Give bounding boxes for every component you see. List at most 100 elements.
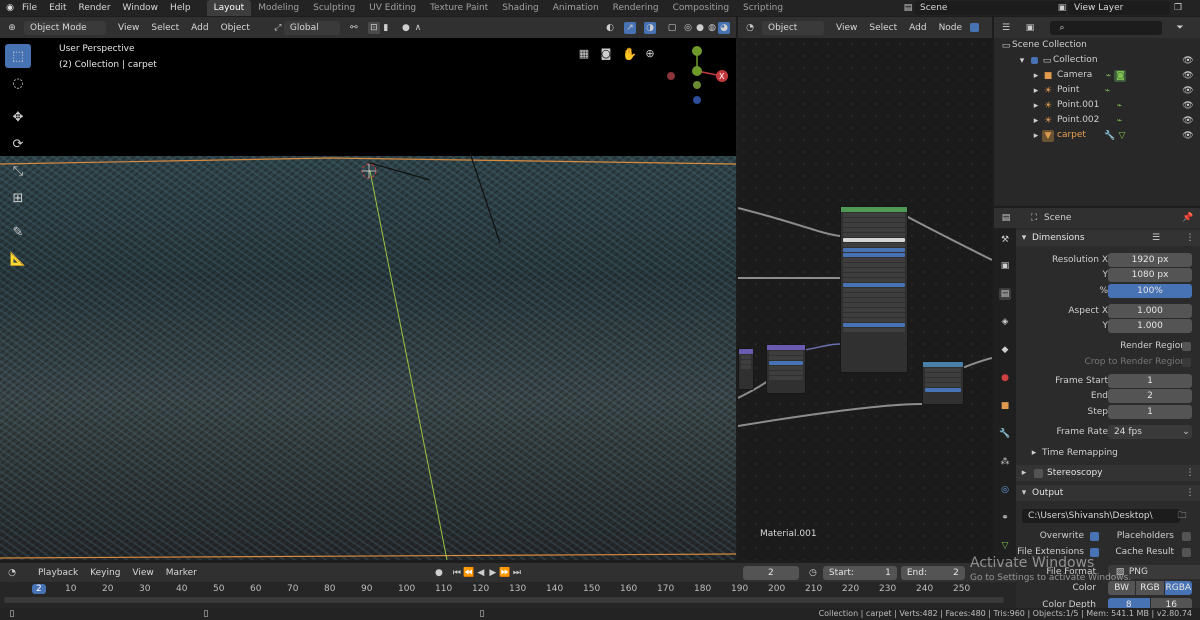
jump-keyframe-forward-icon[interactable]: ⏩ — [499, 567, 511, 579]
node-menu-select[interactable]: Select — [863, 21, 903, 35]
snap-target-icon[interactable]: ▮ — [380, 22, 392, 34]
stereoscopy-checkbox[interactable] — [1034, 468, 1043, 478]
jump-start-icon[interactable]: ⏮ — [451, 567, 463, 579]
navigation-gizmo[interactable]: X — [660, 40, 736, 110]
tab-sculpting[interactable]: Sculpting — [306, 0, 362, 16]
color-rgba-button[interactable]: RGBA — [1164, 581, 1192, 595]
stereoscopy-panel-header[interactable]: ▸ Stereoscopy ⋮ — [1016, 465, 1200, 481]
constraints-tab-icon[interactable]: ⚭ — [999, 512, 1011, 524]
view-object-types-icon[interactable]: ◐ — [604, 22, 616, 34]
outliner-scene-collection[interactable]: ▭ Scene Collection — [994, 38, 1200, 53]
tab-texture-paint[interactable]: Texture Paint — [423, 0, 495, 16]
visibility-eye-icon[interactable]: 👁 — [1182, 130, 1194, 142]
frame-start-field[interactable]: 1 — [1108, 374, 1192, 388]
resolution-y-field[interactable]: 1080 px — [1108, 268, 1192, 282]
tab-animation[interactable]: Animation — [546, 0, 606, 16]
visibility-eye-icon[interactable]: 👁 — [1182, 100, 1194, 112]
visibility-eye-icon[interactable]: 👁 — [1182, 115, 1194, 127]
pivot-icon[interactable]: ⚯ — [348, 22, 360, 34]
expand-arrow-icon[interactable]: ▾ — [1016, 55, 1028, 67]
use-nodes-checkbox[interactable] — [970, 23, 980, 32]
frame-end-field[interactable]: 2 — [1108, 389, 1192, 403]
tab-shading[interactable]: Shading — [495, 0, 546, 16]
node-menu-add[interactable]: Add — [903, 21, 932, 35]
tab-layout[interactable]: Layout — [206, 0, 252, 16]
frame-step-field[interactable]: 1 — [1108, 405, 1192, 419]
clock-icon[interactable]: ◷ — [807, 567, 819, 579]
transform-tool-icon[interactable]: ⊞ — [5, 186, 31, 210]
modifier-tab-icon[interactable]: 🔧 — [999, 428, 1011, 440]
overwrite-checkbox[interactable] — [1090, 532, 1099, 541]
end-frame-field[interactable]: End: 2 — [900, 565, 965, 580]
view-layer-selector[interactable]: ▣ View Layer ❐ — [1056, 1, 1184, 15]
tool-tab-icon[interactable]: ⚒ — [999, 234, 1011, 246]
placeholders-checkbox[interactable] — [1182, 532, 1191, 541]
shading-wireframe-icon[interactable]: ◎ — [682, 22, 694, 34]
menu-window[interactable]: Window — [117, 3, 165, 13]
collapse-arrow-icon[interactable]: ▾ — [1018, 487, 1030, 499]
outliner-item-point-002[interactable]: ▸ ☀ Point.002 ⌁ 👁 — [994, 113, 1200, 128]
record-icon[interactable]: ● — [433, 567, 445, 579]
viewport-canvas[interactable]: User Perspective (2) Collection | carpet… — [0, 38, 736, 560]
scene-selector[interactable]: ▤ Scene — [902, 1, 1066, 15]
output-tab-icon[interactable]: ▤ — [999, 288, 1011, 300]
expand-arrow-icon[interactable]: ▸ — [1018, 467, 1030, 479]
current-frame-field[interactable]: 2 — [742, 565, 799, 580]
viewport-menu-view[interactable]: View — [112, 21, 145, 35]
outliner-item-collection[interactable]: ▾ ▭ Collection 👁 — [994, 53, 1200, 68]
start-frame-field[interactable]: Start: 1 — [822, 565, 897, 580]
file-format-dropdown[interactable]: ▨ PNG — [1108, 565, 1200, 579]
gizmo-y-icon[interactable] — [692, 46, 702, 56]
render-tab-icon[interactable]: ▣ — [999, 260, 1011, 272]
timeline-scrollbar[interactable] — [4, 597, 1004, 603]
tab-compositing[interactable]: Compositing — [666, 0, 736, 16]
expand-arrow-icon[interactable]: ▸ — [1030, 85, 1042, 97]
falloff-icon[interactable]: ∧ — [412, 22, 424, 34]
aspect-x-field[interactable]: 1.000 — [1108, 304, 1192, 318]
gizmo-toggle-icon[interactable]: ↗ — [624, 21, 636, 34]
output-panel-header[interactable]: ▾ Output ⋮ — [1016, 485, 1200, 501]
crop-region-checkbox[interactable] — [1182, 358, 1191, 367]
node-editor-object-dropdown[interactable]: Object — [762, 20, 824, 35]
expand-arrow-icon[interactable]: ▸ — [1030, 115, 1042, 127]
tab-modeling[interactable]: Modeling — [251, 0, 306, 16]
hand-pan-icon[interactable]: ✋ — [622, 48, 637, 60]
timeline-menu-marker[interactable]: Marker — [160, 566, 203, 580]
tab-rendering[interactable]: Rendering — [606, 0, 666, 16]
pin-icon[interactable]: 📌 — [1182, 212, 1194, 224]
select-box-tool-icon[interactable]: ⬚ — [5, 44, 31, 68]
collection-exclude-checkbox[interactable] — [1031, 57, 1038, 64]
jump-end-icon[interactable]: ⏭ — [511, 567, 523, 579]
visibility-eye-icon[interactable]: 👁 — [1182, 85, 1194, 97]
jump-keyframe-back-icon[interactable]: ⏪ — [463, 567, 475, 579]
gizmo-neg-y-icon[interactable] — [693, 81, 701, 89]
drag-handle-icon[interactable]: ⋮ — [1184, 487, 1196, 499]
view-layer-name-field[interactable]: View Layer — [1068, 1, 1170, 15]
xray-icon[interactable]: ▢ — [666, 22, 678, 34]
file-extensions-checkbox[interactable] — [1090, 548, 1099, 557]
node-editor-type-icon[interactable]: ◔ — [744, 22, 756, 34]
outliner-item-carpet[interactable]: ▸ ▼ carpet 🔧 ▽ 👁 — [994, 128, 1200, 143]
frame-ruler[interactable]: 2 10 20 30 40 50 60 70 80 90 100 110 120 130 140 150 160… — [0, 582, 1016, 594]
timeline-menu-playback[interactable]: Playback — [32, 566, 84, 580]
shading-material-icon[interactable]: ◍ — [706, 22, 718, 34]
node-menu-node[interactable]: Node — [933, 21, 969, 35]
collapse-arrow-icon[interactable]: ▾ — [1018, 232, 1030, 244]
play-reverse-icon[interactable]: ◀ — [475, 567, 487, 579]
timeline-menu-view[interactable]: View — [126, 566, 159, 580]
dimensions-panel-header[interactable]: ▾ Dimensions ☰ ⋮ — [1016, 230, 1200, 246]
expand-arrow-icon[interactable]: ▸ — [1030, 70, 1042, 82]
particles-tab-icon[interactable]: ⁂ — [999, 456, 1011, 468]
cache-result-checkbox[interactable] — [1182, 548, 1191, 557]
menu-file[interactable]: File — [16, 3, 43, 13]
proportional-edit-icon[interactable]: ● — [400, 22, 412, 34]
resolution-x-field[interactable]: 1920 px — [1108, 253, 1192, 267]
blender-logo-icon[interactable]: ◉ — [4, 2, 16, 14]
expand-arrow-icon[interactable]: ▸ — [1030, 130, 1042, 142]
camera-view-icon[interactable]: ▦ — [578, 48, 590, 60]
outliner-item-point-001[interactable]: ▸ ☀ Point.001 ⌁ 👁 — [994, 98, 1200, 113]
timeline-area[interactable]: 2 10 20 30 40 50 60 70 80 90 100 110 120 130 140 150 160… — [0, 582, 1016, 612]
display-mode-icon[interactable]: ▣ — [1024, 22, 1036, 34]
time-remapping-subpanel[interactable]: ▸ Time Remapping — [1028, 446, 1118, 460]
shading-solid-icon[interactable]: ● — [694, 22, 706, 34]
